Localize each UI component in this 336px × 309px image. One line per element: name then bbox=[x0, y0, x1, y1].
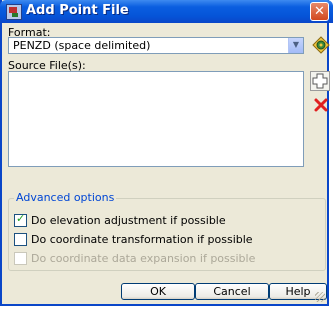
title-bar[interactable]: Add Point File ✕ bbox=[0, 0, 333, 23]
add-file-button[interactable] bbox=[310, 71, 330, 91]
remove-icon bbox=[314, 98, 328, 112]
close-button[interactable]: ✕ bbox=[310, 2, 329, 21]
advanced-options-title: Advanced options bbox=[14, 191, 117, 204]
format-settings-button[interactable] bbox=[311, 35, 331, 55]
add-point-file-dialog: Add Point File ✕ Format: PENZD (space de… bbox=[0, 0, 333, 306]
ok-button[interactable]: OK bbox=[121, 283, 195, 300]
cancel-button[interactable]: Cancel bbox=[195, 283, 269, 300]
coordinate-expansion-label: Do coordinate data expansion if possible bbox=[31, 252, 256, 265]
chevron-down-icon[interactable]: ▼ bbox=[288, 38, 303, 53]
add-icon bbox=[312, 73, 328, 89]
settings-icon bbox=[312, 36, 330, 54]
elevation-adjustment-label[interactable]: Do elevation adjustment if possible bbox=[31, 214, 226, 227]
source-files-list[interactable] bbox=[8, 71, 304, 167]
window-title: Add Point File bbox=[26, 3, 129, 18]
coordinate-expansion-checkbox bbox=[14, 252, 27, 265]
format-selected-value: PENZD (space delimited) bbox=[13, 39, 151, 52]
format-dropdown[interactable]: PENZD (space delimited) ▼ bbox=[8, 37, 304, 54]
close-icon: ✕ bbox=[314, 4, 325, 19]
remove-file-button[interactable] bbox=[311, 95, 331, 115]
coordinate-transformation-label[interactable]: Do coordinate transformation if possible bbox=[31, 233, 253, 246]
coordinate-transformation-checkbox[interactable] bbox=[14, 233, 27, 246]
resize-grip[interactable] bbox=[315, 292, 325, 302]
app-icon bbox=[6, 4, 22, 20]
elevation-adjustment-checkbox[interactable] bbox=[14, 212, 27, 227]
